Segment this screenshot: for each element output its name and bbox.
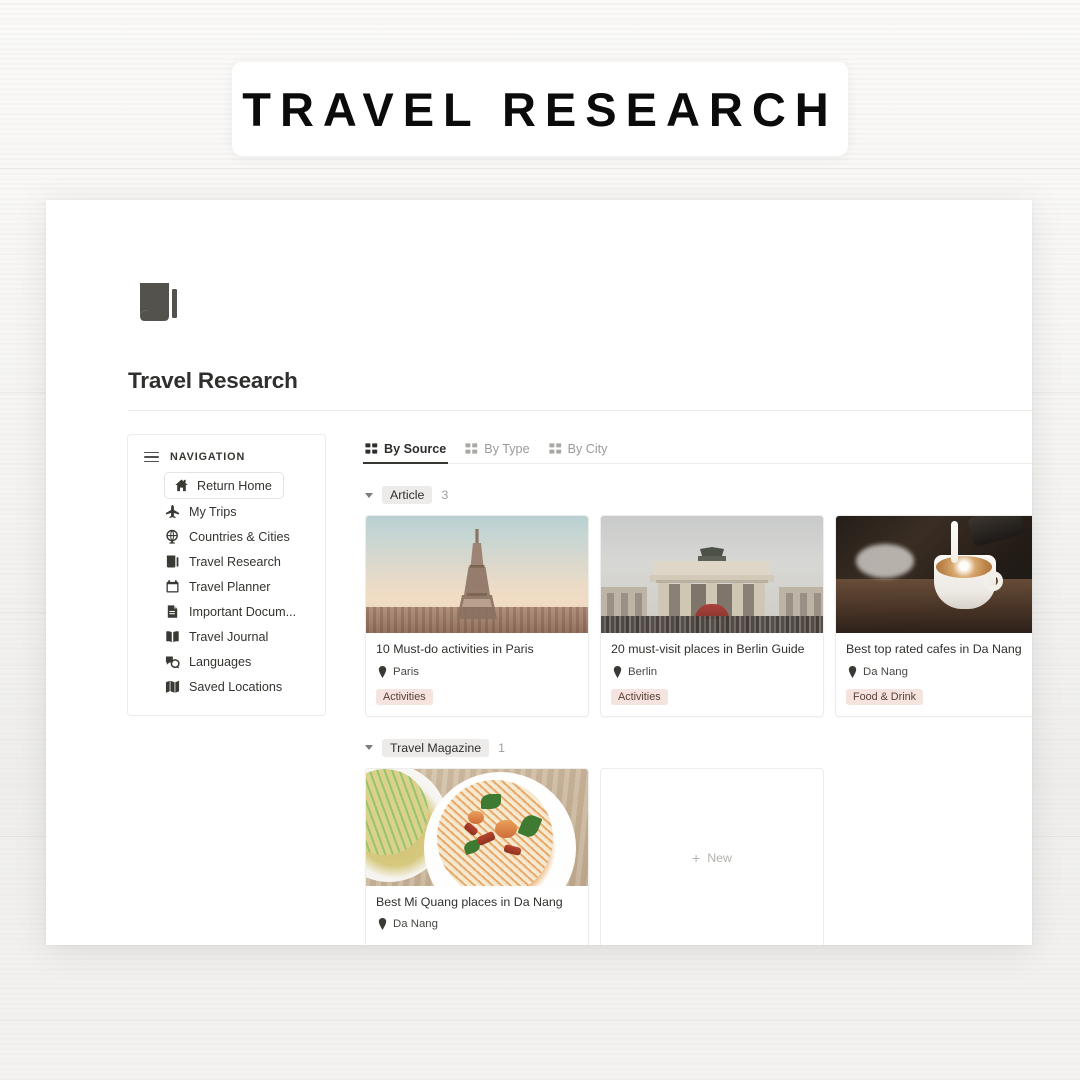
sidebar-item-label: Travel Research [189,554,281,569]
header-divider [128,410,1032,411]
eiffel-tower-photo [366,516,588,633]
card-location-label: Paris [393,665,419,678]
airplane-icon [165,504,180,519]
location-pin-icon [848,665,857,678]
sidebar-header: NAVIGATION [142,451,311,463]
card-tag: Activities [611,688,668,705]
brandenburg-gate-photo [601,516,823,633]
location-pin-icon [378,665,387,678]
map-icon [165,680,180,693]
new-card-label: New [707,850,732,865]
card-body: Best Mi Quang places in Da Nang Da Nang [366,886,588,944]
open-book-icon [166,631,179,643]
sidebar-item-my-trips[interactable]: My Trips [164,499,311,524]
sidebar-item-saved-locations[interactable]: Saved Locations [164,674,311,699]
sidebar-item-countries-cities[interactable]: Countries & Cities [164,524,311,549]
group-name: Travel Magazine [382,738,490,757]
sidebar-item-label: Travel Planner [189,579,271,594]
tab-label: By Type [484,442,530,456]
navigation-sidebar: NAVIGATION Return Home My Trips Countrie… [127,434,326,716]
sidebar-item-travel-research[interactable]: Travel Research [164,549,311,574]
card-location: Da Nang [846,665,1032,678]
calendar-icon [166,580,179,593]
view-tabs: By Source By Type By City [362,434,1032,464]
group-name: Article [382,486,433,504]
card-location: Paris [376,665,578,678]
return-home-label: Return Home [197,478,272,493]
group-count: 3 [441,488,449,502]
sidebar-item-languages[interactable]: Languages [164,649,311,674]
globe-icon [166,529,178,544]
card-item[interactable]: Best Mi Quang places in Da Nang Da Nang [365,767,589,945]
sidebar-item-label: Countries & Cities [189,529,290,544]
card-location-label: Da Nang [863,665,908,678]
card-grid-travel-magazine: Best Mi Quang places in Da Nang Da Nang … [365,767,1032,945]
collapse-caret-icon[interactable] [365,492,373,498]
mi-quang-noodles-photo [366,768,588,886]
eiffel-tower-shape [457,528,497,619]
card-title: 20 must-visit places in Berlin Guide [611,642,805,656]
sidebar-item-important-documents[interactable]: Important Docum... [164,599,311,624]
card-title: 10 Must-do activities in Paris [376,642,534,656]
group-header-article: Article 3 [365,486,1032,504]
return-home-button[interactable]: Return Home [164,472,284,499]
location-pin-icon [378,918,387,930]
page-title: Travel Research [128,368,298,393]
notebook-icon [140,283,177,321]
sidebar-item-label: Languages [189,654,252,669]
tab-by-source[interactable]: By Source [362,442,449,464]
new-card-button[interactable]: + New [600,767,824,945]
tab-label: By City [567,442,608,456]
sidebar-title: NAVIGATION [170,451,246,463]
card-location: Berlin [611,665,813,678]
card-location-label: Berlin [628,665,658,678]
latte-pour-photo [836,516,1032,633]
gallery-grid-icon [365,442,378,454]
card-body: Best top rated cafes in Da Nang Da Nang … [836,633,1032,716]
card-item[interactable]: Best top rated cafes in Da Nang Da Nang … [835,515,1032,717]
tab-label: By Source [384,442,447,456]
card-grid-article: 10 Must-do activities in Paris Paris Act… [365,515,1032,717]
sidebar-item-label: Important Docum... [189,604,297,619]
home-icon [175,479,188,492]
group-header-travel-magazine: Travel Magazine 1 [365,738,1032,757]
card-location: Da Nang [376,918,578,930]
sidebar-item-travel-planner[interactable]: Travel Planner [164,574,311,599]
card-location-label: Da Nang [393,918,438,930]
card-tag: Food & Drink [846,688,924,705]
location-pin-icon [613,665,622,678]
main-content: By Source By Type By City Article 3 10 M… [362,434,1032,945]
card-title: Best top rated cafes in Da Nang [846,642,1022,656]
card-item[interactable]: 10 Must-do activities in Paris Paris Act… [365,515,589,717]
app-window: Travel Research NAVIGATION Return Home M… [46,200,1032,945]
collapse-caret-icon[interactable] [365,745,373,750]
sidebar-item-travel-journal[interactable]: Travel Journal [164,624,311,649]
sidebar-item-label: Travel Journal [189,629,269,644]
plus-icon: + [692,849,701,866]
sidebar-item-label: My Trips [189,504,237,519]
sidebar-item-label: Saved Locations [189,679,283,694]
card-body: 20 must-visit places in Berlin Guide Ber… [601,633,823,716]
translate-icon [165,656,180,669]
tab-by-type[interactable]: By Type [465,442,530,463]
books-icon [166,555,179,568]
banner-title: TRAVEL RESEARCH [242,82,838,136]
card-item[interactable]: 20 must-visit places in Berlin Guide Ber… [600,515,824,717]
group-count: 1 [498,740,505,755]
hamburger-icon[interactable] [144,451,159,463]
title-banner: TRAVEL RESEARCH [232,62,848,156]
document-icon [167,605,178,618]
card-body: 10 Must-do activities in Paris Paris Act… [366,633,588,716]
card-tag: Activities [376,688,433,705]
card-title: Best Mi Quang places in Da Nang [376,894,563,909]
tab-by-city[interactable]: By City [548,442,608,463]
gallery-grid-icon [465,442,478,454]
gallery-grid-icon [548,442,561,454]
